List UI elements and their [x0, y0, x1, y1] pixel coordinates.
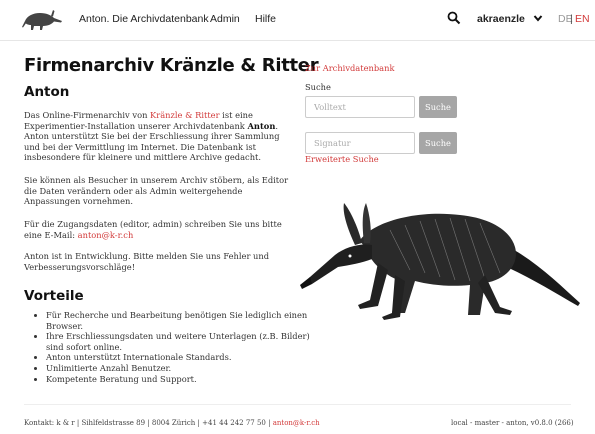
nav-admin-link[interactable]: Admin	[210, 13, 240, 25]
signature-search-button[interactable]: Suche	[419, 132, 457, 154]
footer-divider	[24, 404, 571, 405]
user-menu[interactable]: akraenzle	[477, 13, 525, 25]
feedback-paragraph: Anton ist in Entwicklung. Bitte melden S…	[24, 251, 270, 272]
section-title-anton: Anton	[24, 84, 70, 100]
fulltext-search-input[interactable]	[305, 96, 415, 118]
aardvark-logo-icon[interactable]	[22, 6, 64, 32]
email-link[interactable]: anton@k-r.ch	[78, 230, 134, 240]
section-title-vorteile: Vorteile	[24, 288, 84, 304]
signature-search-input[interactable]	[305, 132, 415, 154]
list-item: Unlimitierte Anzahl Benutzer.	[46, 363, 316, 374]
list-item: Anton unterstützt Internationale Standar…	[46, 352, 316, 363]
search-icon[interactable]	[447, 11, 461, 25]
search-label: Suche	[305, 82, 331, 92]
footer-version: local - master - anton, v0.8.0 (266)	[451, 419, 574, 427]
contact-paragraph: Für die Zugangsdaten (editor, admin) sch…	[24, 219, 282, 240]
archive-db-link[interactable]: Zur Archivdatenbank	[305, 63, 394, 73]
fulltext-search-button[interactable]: Suche	[419, 96, 457, 118]
list-item: Für Recherche und Bearbeitung benötigen …	[46, 310, 316, 331]
aardvark-illustration	[300, 203, 580, 320]
list-item: Kompetente Beratung und Support.	[46, 374, 316, 385]
chevron-down-icon[interactable]	[533, 13, 543, 23]
navbar: Anton. Die Archivdatenbank Admin Hilfe a…	[0, 0, 595, 41]
list-item: Ihre Erschliessungsdaten und weitere Unt…	[46, 331, 316, 352]
page-title: Firmenarchiv Kränzle & Ritter	[24, 55, 319, 76]
nav-brand-link[interactable]: Anton. Die Archivdatenbank	[79, 13, 209, 25]
footer-contact: Kontakt: k & r | Sihlfeldstrasse 89 | 80…	[24, 419, 320, 427]
roles-paragraph: Sie können als Besucher in unserem Archi…	[24, 175, 289, 207]
vorteile-list: Für Recherche und Bearbeitung benötigen …	[24, 310, 316, 384]
nav-help-link[interactable]: Hilfe	[255, 13, 276, 25]
advanced-search-link[interactable]: Erweiterte Suche	[305, 154, 379, 164]
footer-email-link[interactable]: anton@k-r.ch	[273, 419, 320, 427]
lang-separator: |	[570, 13, 573, 25]
lang-en-link[interactable]: EN	[575, 13, 590, 25]
intro-paragraph: Das Online-Firmenarchiv von Kränzle & Ri…	[24, 110, 280, 163]
kraenzle-ritter-link[interactable]: Kränzle & Ritter	[150, 110, 220, 120]
